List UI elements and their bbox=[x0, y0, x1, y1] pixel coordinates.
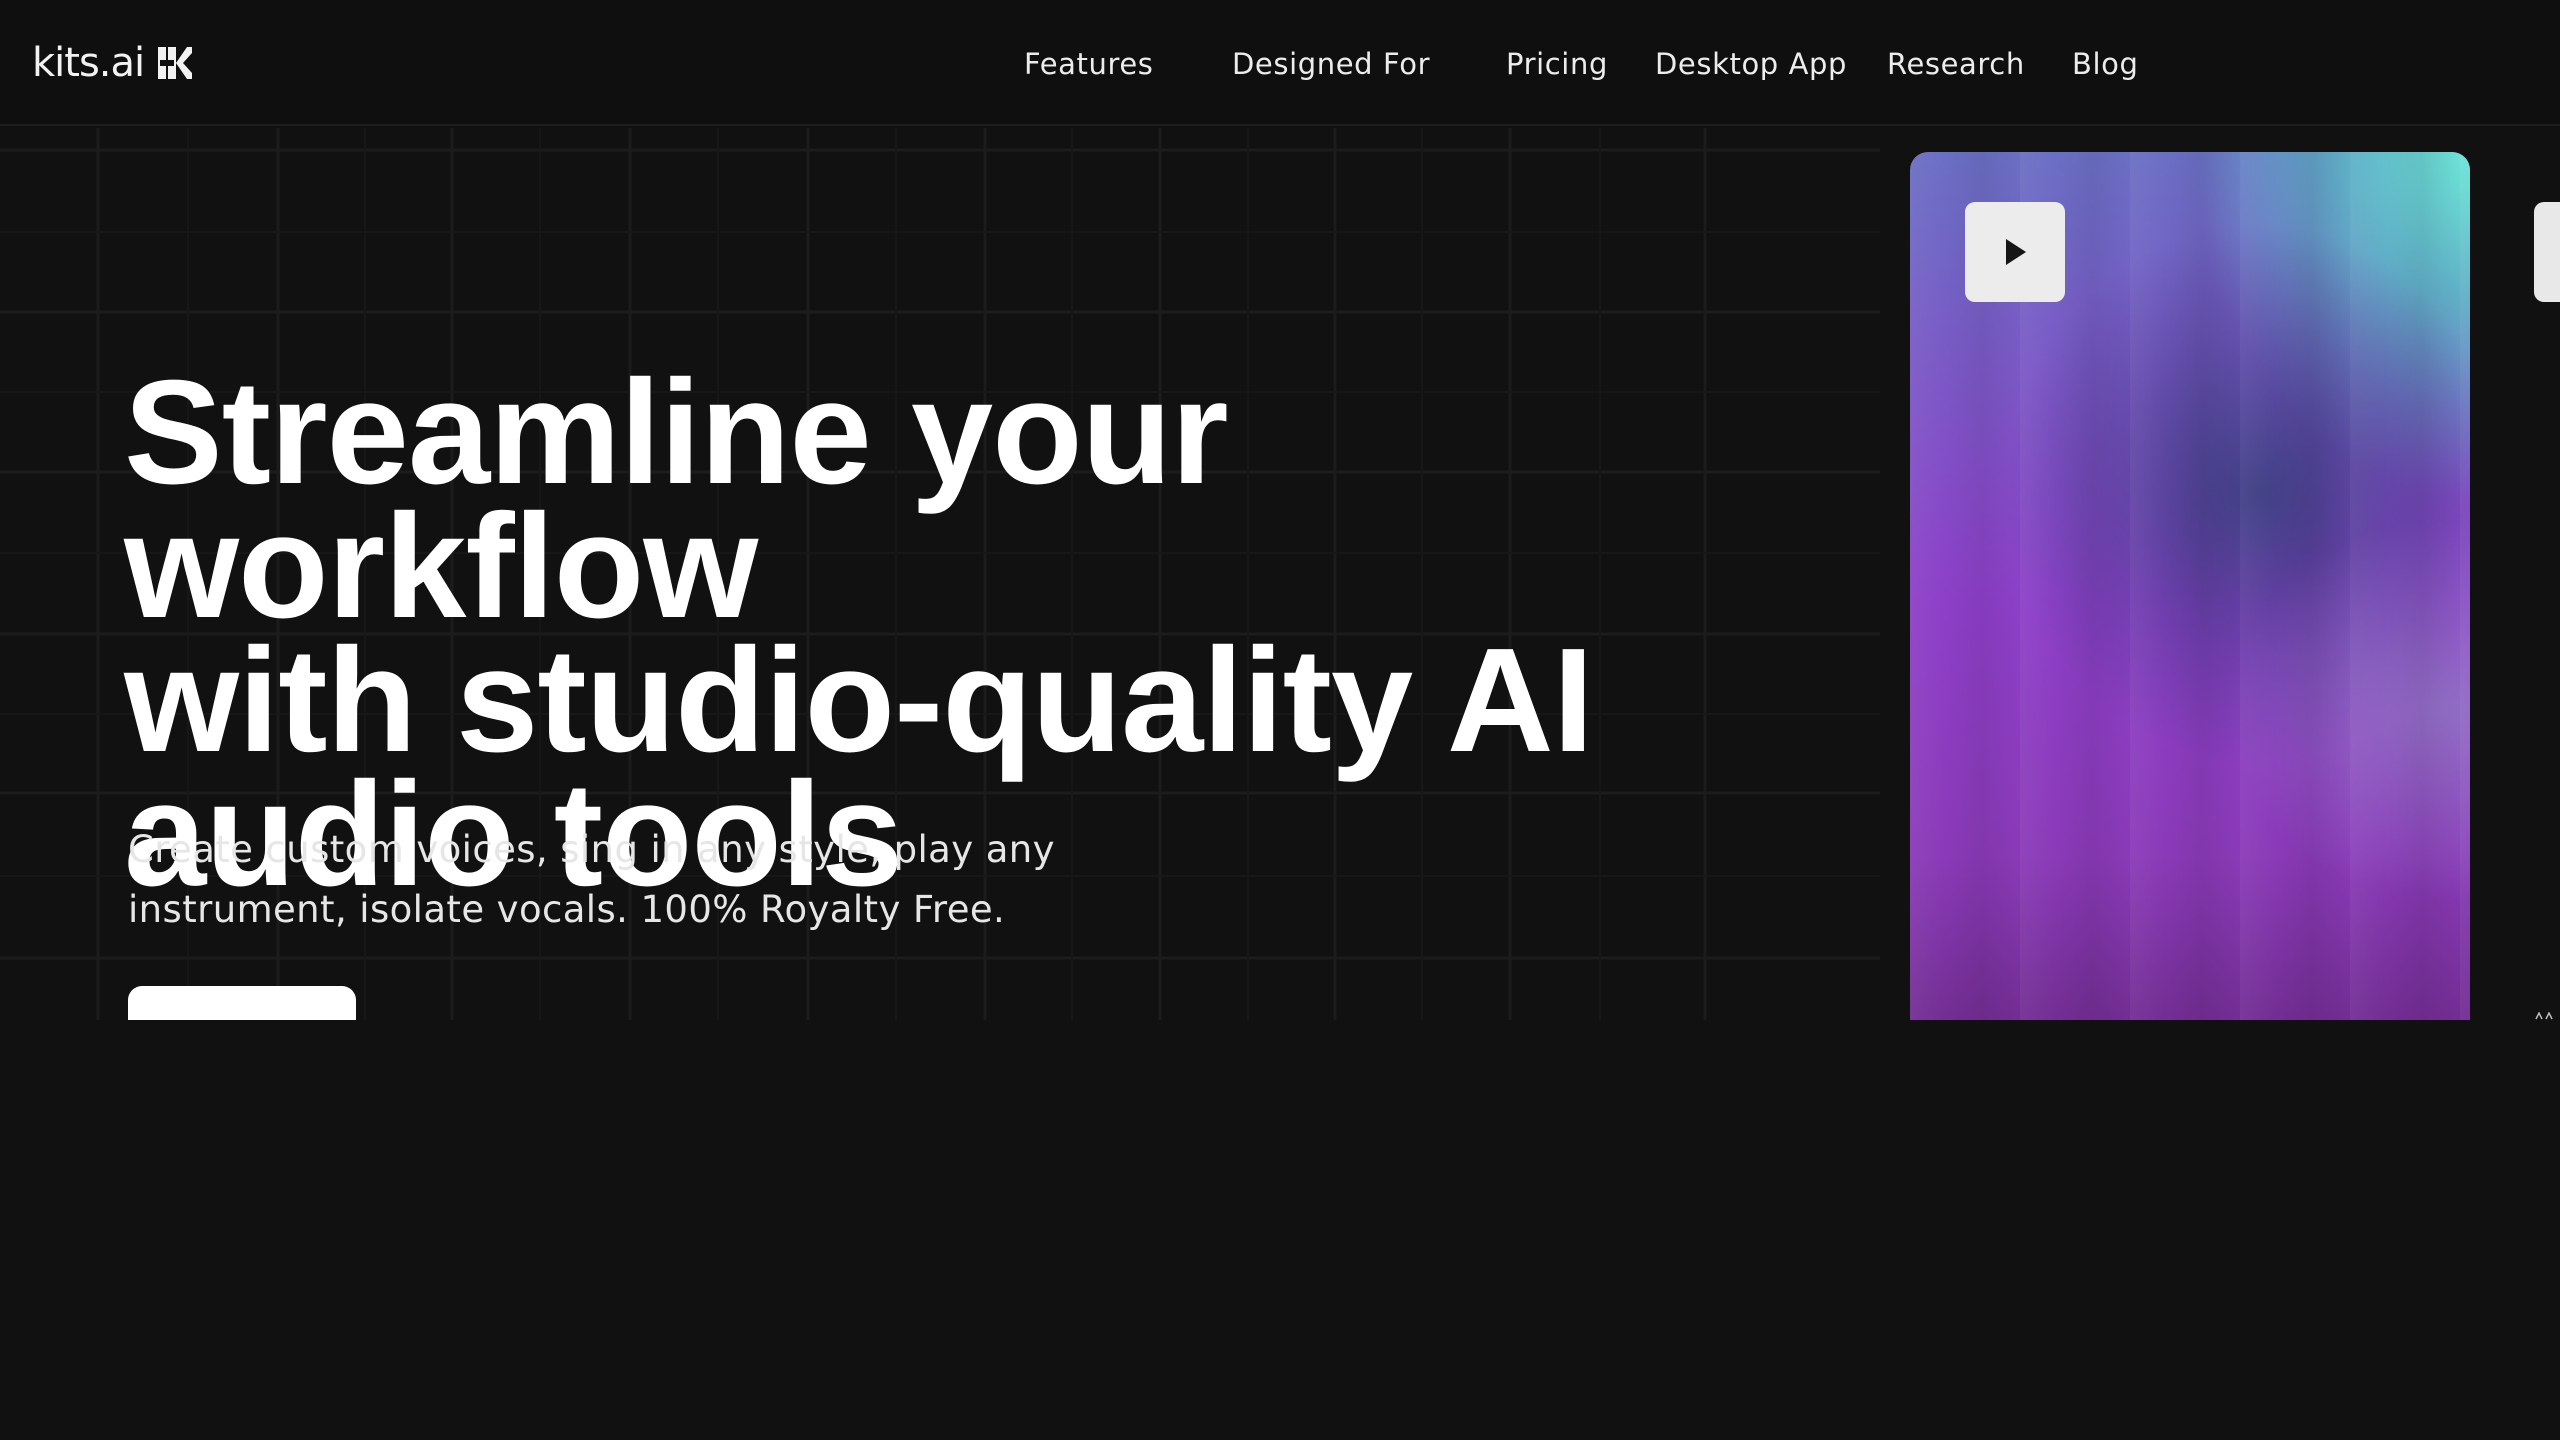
nav-link-designed-for[interactable]: Designed For bbox=[1232, 42, 1430, 86]
nav-link-research[interactable]: Research bbox=[1887, 42, 2025, 86]
nav-link-desktop-app[interactable]: Desktop App bbox=[1655, 42, 1847, 86]
nav-link-blog[interactable]: Blog bbox=[2072, 42, 2139, 86]
demo-video-card[interactable] bbox=[1910, 152, 2470, 1020]
next-carousel-card[interactable] bbox=[2534, 202, 2560, 302]
play-button[interactable] bbox=[1965, 202, 2065, 302]
hero-subtext-line-2: instrument, isolate vocals. 100% Royalty… bbox=[128, 888, 1006, 931]
main-nav-menu: Features Designed For Pricing Desktop Ap… bbox=[0, 42, 2560, 86]
top-navigation-bar: kits.ai Features Designed For Pricing De… bbox=[0, 0, 2560, 126]
hero-subtext-line-1: Create custom voices, sing in any style,… bbox=[128, 828, 1055, 871]
hero-headline-line-2: with studio-quality AI bbox=[124, 618, 1594, 783]
hero-subtext: Create custom voices, sing in any style,… bbox=[128, 820, 1168, 940]
get-started-button[interactable] bbox=[128, 986, 356, 1020]
carousel-label-fragment bbox=[2535, 1012, 2553, 1020]
hero-section: Streamline your workflow with studio-qua… bbox=[0, 128, 2560, 1020]
hero-headline-line-1: Streamline your workflow bbox=[124, 350, 1229, 649]
nav-link-pricing[interactable]: Pricing bbox=[1506, 42, 1608, 86]
play-icon bbox=[2006, 239, 2026, 265]
nav-link-features[interactable]: Features bbox=[1024, 42, 1154, 86]
